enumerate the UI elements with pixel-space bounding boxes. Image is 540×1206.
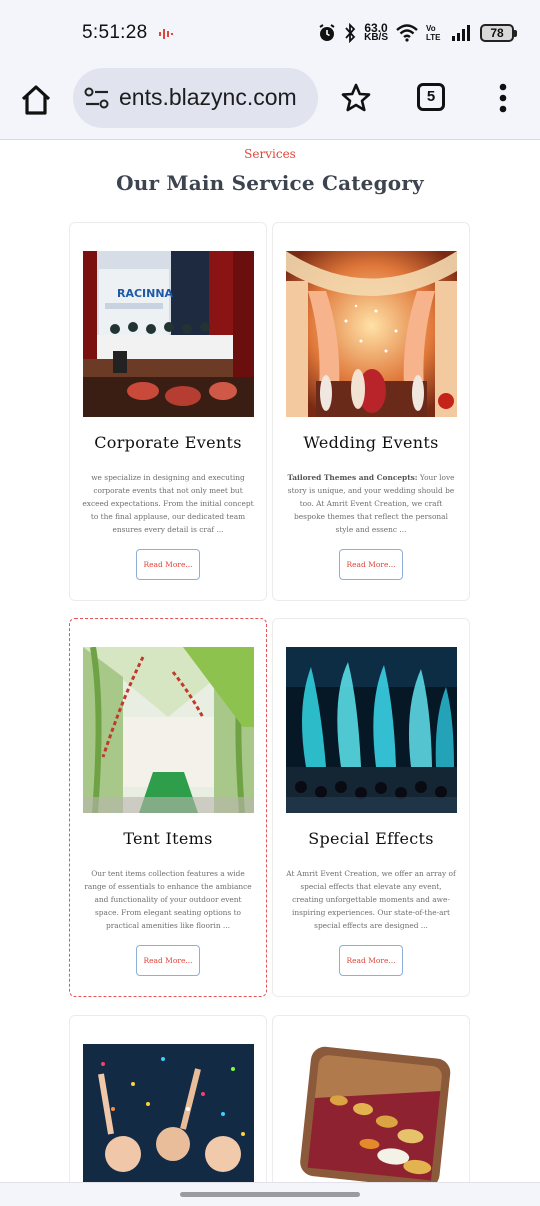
bookmark-star-icon[interactable] (340, 82, 372, 114)
browser-toolbar: ents.blazync.com 5 (0, 64, 540, 140)
section-title: Our Main Service Category (116, 171, 424, 195)
card-description-bold: Tailored Themes and Concepts: (287, 473, 418, 482)
card-description: Tailored Themes and Concepts: Your love … (285, 471, 457, 536)
tent-items-image (83, 647, 254, 813)
service-card-party[interactable] (69, 1015, 267, 1182)
alarm-icon (319, 24, 335, 41)
battery-level: 78 (490, 26, 504, 40)
gesture-handle[interactable] (180, 1192, 360, 1197)
web-page-content: Services Our Main Service Category RACIN… (0, 141, 540, 1182)
card-description: Our tent items collection features a wid… (82, 867, 254, 932)
card-title: Wedding Events (303, 433, 439, 452)
url-text: ents.blazync.com (119, 84, 297, 110)
site-settings-icon[interactable] (84, 87, 110, 109)
address-bar[interactable]: ents.blazync.com (73, 68, 318, 128)
signal-strength-icon (452, 25, 470, 41)
service-card-tent-items[interactable]: Tent Items Our tent items collection fea… (69, 618, 267, 997)
special-effects-image (286, 647, 457, 813)
card-description: we specialize in designing and executing… (82, 471, 254, 536)
banner-text: RACINNA (117, 287, 174, 300)
status-icons: 63.0 KB/S Vo LTE 78 (318, 20, 517, 46)
status-bar: 5:51:28 63.0 KB/S Vo LTE 78 (0, 0, 540, 64)
service-card-special-effects[interactable]: Special Effects At Amrit Event Creation,… (272, 618, 470, 997)
status-time: 5:51:28 (82, 22, 148, 43)
read-more-button[interactable]: Read More... (339, 549, 403, 580)
corporate-events-image: RACINNA (83, 251, 254, 417)
service-card-catering[interactable] (272, 1015, 470, 1182)
wifi-icon (396, 24, 418, 42)
network-speed: 63.0 KB/S (364, 22, 388, 43)
card-description-text: Your love story is unique, and your wedd… (287, 473, 455, 534)
wedding-events-image (286, 251, 457, 417)
card-description-text: At Amrit Event Creation, we offer an arr… (286, 869, 456, 930)
bluetooth-icon (345, 23, 356, 43)
battery-indicator: 78 (480, 24, 517, 42)
recording-indicator-icon (159, 29, 173, 39)
catering-image (286, 1044, 457, 1182)
card-title: Special Effects (308, 829, 434, 848)
party-events-image (83, 1044, 254, 1182)
read-more-button[interactable]: Read More... (136, 549, 200, 580)
read-more-button[interactable]: Read More... (136, 945, 200, 976)
network-speed-unit: KB/S (364, 32, 388, 43)
card-title: Tent Items (123, 829, 213, 848)
tab-switcher-button[interactable]: 5 (417, 83, 445, 111)
home-icon[interactable] (18, 82, 54, 118)
section-eyebrow: Services (244, 147, 296, 161)
volte-label: Vo LTE (426, 24, 441, 42)
card-description-text: we specialize in designing and executing… (82, 473, 254, 534)
card-description-text: Our tent items collection features a wid… (84, 869, 252, 930)
navigation-gesture-area (0, 1182, 540, 1206)
more-options-icon[interactable] (495, 82, 511, 114)
card-description: At Amrit Event Creation, we offer an arr… (285, 867, 457, 932)
read-more-button[interactable]: Read More... (339, 945, 403, 976)
service-card-wedding-events[interactable]: Wedding Events Tailored Themes and Conce… (272, 222, 470, 601)
card-title: Corporate Events (94, 433, 242, 452)
service-card-corporate-events[interactable]: RACINNA Corporate Events we specialize i… (69, 222, 267, 601)
